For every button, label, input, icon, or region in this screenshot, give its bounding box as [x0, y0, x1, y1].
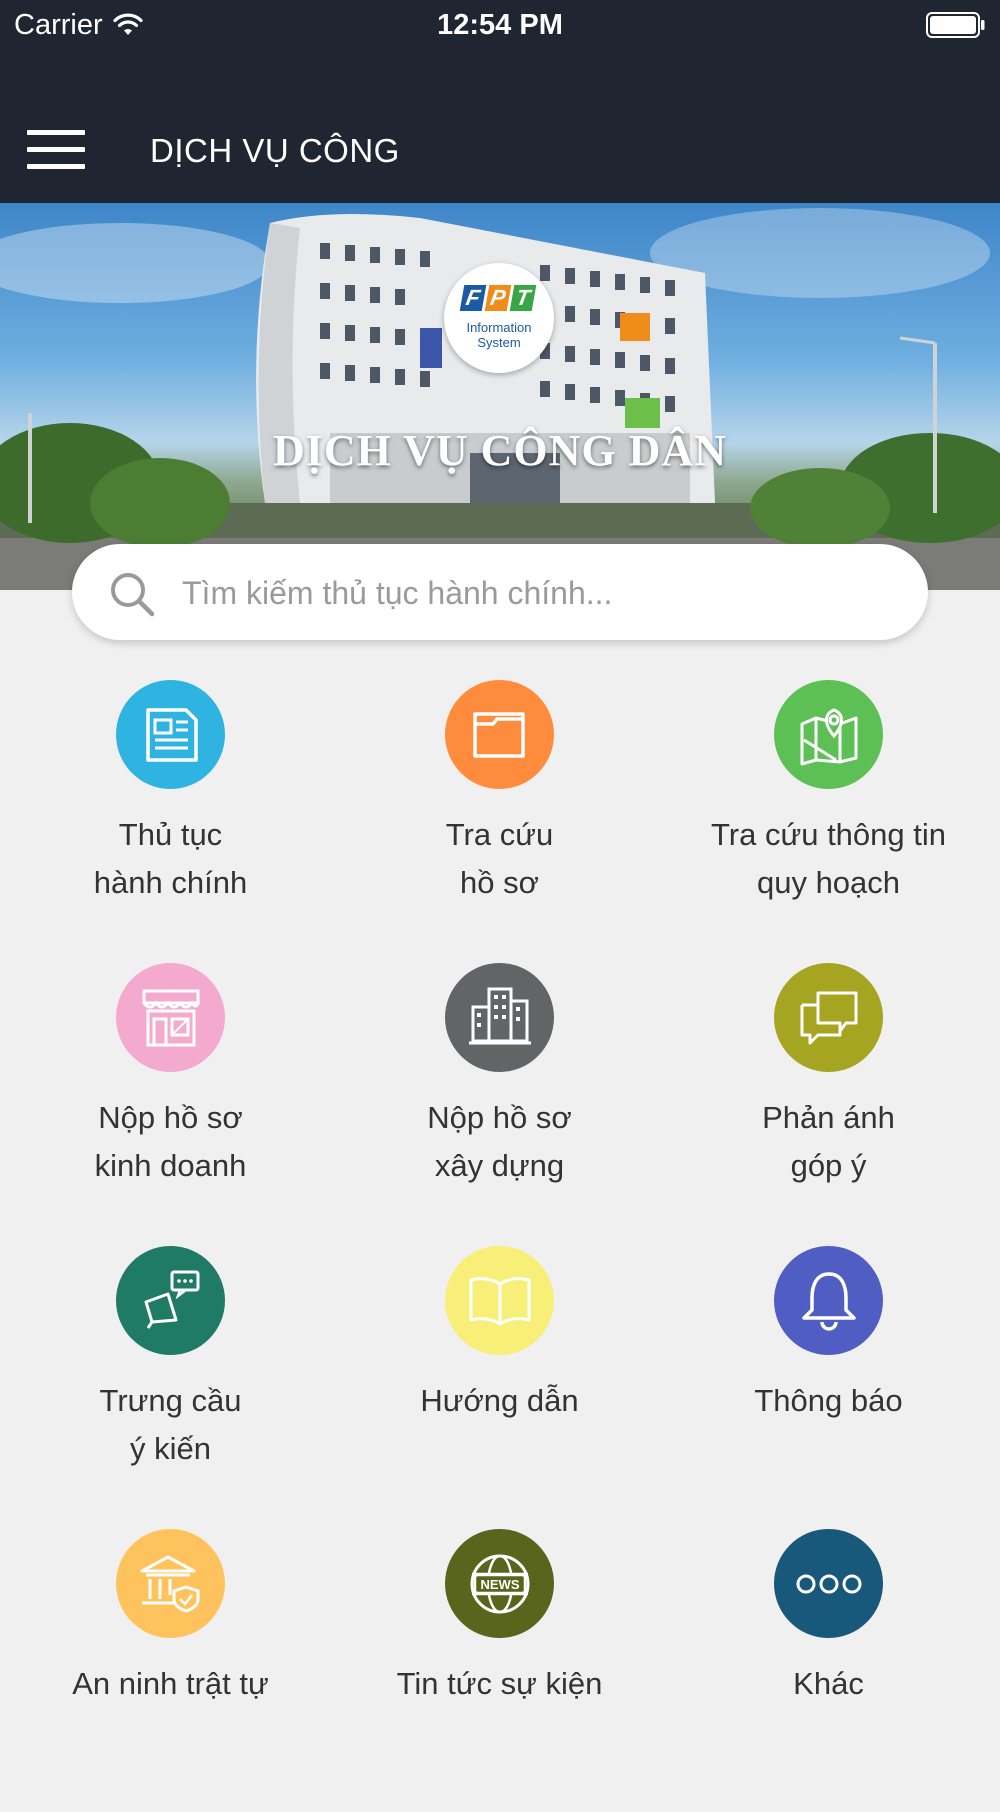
- service-label-line2: hồ sơ: [460, 865, 539, 900]
- fpt-logo: F P T Information System: [444, 263, 554, 373]
- logo-letter-t: T: [509, 285, 537, 311]
- hero-banner: F P T Information System DỊCH VỤ CÔNG DÂ…: [0, 203, 1000, 590]
- megaphone-icon: [116, 1246, 225, 1355]
- service-label: Trưng cầu ý kiến: [6, 1377, 335, 1473]
- logo-subtitle-line2: System: [477, 335, 521, 350]
- service-tile-thu-tuc-hanh-chinh[interactable]: Thủ tục hành chính: [6, 680, 335, 963]
- service-tile-huong-dan[interactable]: Hướng dẫn: [335, 1246, 664, 1529]
- service-label-line2: kinh doanh: [94, 1148, 247, 1183]
- app-header: Carrier 12:54 PM DỊCH VỤ CÔNG: [0, 0, 1000, 203]
- hamburger-menu-icon[interactable]: [27, 130, 85, 170]
- logo-subtitle: Information System: [444, 320, 554, 350]
- service-label-line1: Thông báo: [754, 1383, 903, 1418]
- service-tile-tra-cuu-quy-hoach[interactable]: Tra cứu thông tin quy hoạch: [664, 680, 993, 963]
- service-tile-trung-cau-y-kien[interactable]: Trưng cầu ý kiến: [6, 1246, 335, 1529]
- search-input[interactable]: [180, 562, 904, 624]
- logo-letter-f: F: [459, 285, 487, 311]
- service-tile-khac[interactable]: Khác: [664, 1529, 993, 1812]
- chat-bubbles-icon: [774, 963, 883, 1072]
- service-tile-phan-anh-gop-y[interactable]: Phản ánh góp ý: [664, 963, 993, 1246]
- service-label: Thủ tục hành chính: [6, 811, 335, 907]
- service-label-line2: xây dựng: [434, 1148, 565, 1183]
- document-icon: [116, 680, 225, 789]
- service-label-line2: góp ý: [790, 1148, 867, 1183]
- search-bar[interactable]: [72, 544, 928, 640]
- service-label-line1: Phản ánh: [762, 1100, 895, 1135]
- banner-title: DỊCH VỤ CÔNG DÂN: [273, 426, 727, 475]
- service-label: Phản ánh góp ý: [664, 1094, 993, 1190]
- service-label: Hướng dẫn: [335, 1377, 664, 1425]
- open-book-icon: [445, 1246, 554, 1355]
- government-building-icon: [116, 1529, 225, 1638]
- bell-icon: [774, 1246, 883, 1355]
- service-label: Tra cứu thông tin quy hoạch: [664, 811, 993, 907]
- service-label: Nộp hồ sơ xây dựng: [335, 1094, 664, 1190]
- service-label-line2: hành chính: [93, 865, 248, 900]
- more-dots-icon: [774, 1529, 883, 1638]
- news-globe-icon: NEWS: [445, 1529, 554, 1638]
- service-label-line1: Trưng cầu: [99, 1383, 242, 1418]
- logo-letter-p: P: [484, 285, 512, 311]
- service-label-line2: ý kiến: [130, 1431, 211, 1466]
- service-label-line1: Tin tức sự kiện: [396, 1666, 603, 1701]
- search-icon: [111, 573, 155, 617]
- building-illustration: [0, 208, 1000, 590]
- services-grid: Thủ tục hành chính Tra cứu hồ sơ Tra cứu: [0, 680, 1000, 1812]
- logo-subtitle-line1: Information: [466, 320, 532, 335]
- battery-icon: [926, 12, 985, 38]
- folder-icon: [445, 680, 554, 789]
- service-tile-nop-ho-so-kinh-doanh[interactable]: Nộp hồ sơ kinh doanh: [6, 963, 335, 1246]
- service-label: Tin tức sự kiện: [335, 1660, 664, 1708]
- buildings-icon: [445, 963, 554, 1072]
- service-label-line1: Tra cứu thông tin: [711, 817, 946, 852]
- service-label-line1: An ninh trật tự: [72, 1666, 269, 1701]
- service-label-line2: quy hoạch: [756, 865, 901, 900]
- service-label-line1: Thủ tục: [118, 817, 223, 852]
- service-label-line1: Hướng dẫn: [420, 1383, 579, 1418]
- service-label: Tra cứu hồ sơ: [335, 811, 664, 907]
- service-tile-tra-cuu-ho-so[interactable]: Tra cứu hồ sơ: [335, 680, 664, 963]
- service-tile-tin-tuc-su-kien[interactable]: NEWS Tin tức sự kiện: [335, 1529, 664, 1812]
- map-pin-icon: [774, 680, 883, 789]
- storefront-icon: [116, 963, 225, 1072]
- page-title: DỊCH VỤ CÔNG: [150, 132, 400, 169]
- service-label-line1: Tra cứu: [445, 817, 554, 852]
- status-time: 12:54 PM: [437, 9, 563, 41]
- logo-letters: F P T: [459, 285, 537, 311]
- service-label-line1: Khác: [793, 1666, 864, 1701]
- service-label: Thông báo: [664, 1377, 993, 1425]
- svg-text:NEWS: NEWS: [480, 1577, 519, 1592]
- service-tile-nop-ho-so-xay-dung[interactable]: Nộp hồ sơ xây dựng: [335, 963, 664, 1246]
- service-label: Nộp hồ sơ kinh doanh: [6, 1094, 335, 1190]
- service-tile-an-ninh-trat-tu[interactable]: An ninh trật tự: [6, 1529, 335, 1812]
- service-label: An ninh trật tự: [6, 1660, 335, 1708]
- service-label-line1: Nộp hồ sơ: [98, 1100, 243, 1135]
- service-label: Khác: [664, 1660, 993, 1708]
- service-label-line1: Nộp hồ sơ: [427, 1100, 572, 1135]
- service-tile-thong-bao[interactable]: Thông báo: [664, 1246, 993, 1529]
